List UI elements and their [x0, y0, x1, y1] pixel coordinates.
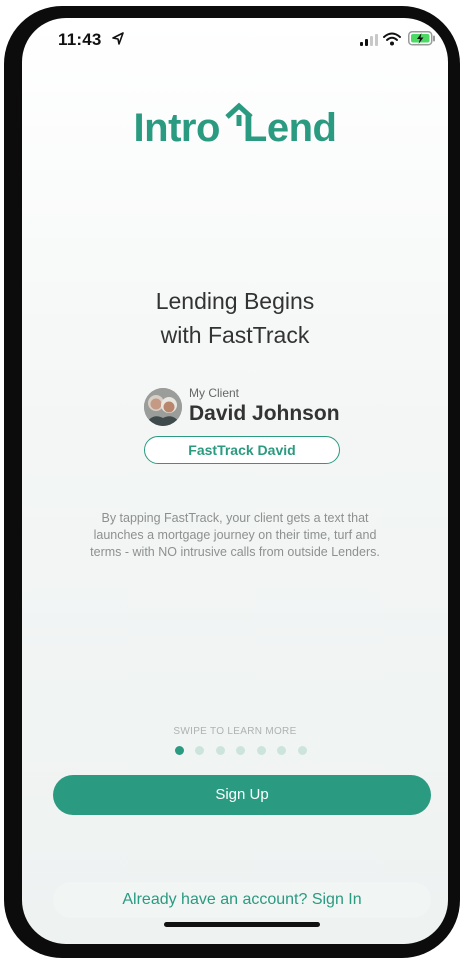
- headline-line-2: with FastTrack: [160, 322, 310, 348]
- logo-text-lend: Lend: [242, 106, 337, 150]
- page-dot-7[interactable]: [298, 746, 307, 755]
- phone-frame: 11:43 Intro Lend Lending Begins with Fas…: [0, 0, 460, 960]
- client-card: My Client David Johnson: [144, 386, 344, 430]
- battery-charging-icon: [408, 31, 436, 51]
- headline-line-1: Lending Begins: [155, 288, 315, 314]
- my-client-label: My Client: [189, 386, 240, 400]
- swipe-hint: SWIPE TO LEARN MORE: [173, 726, 297, 737]
- app-screen: 11:43 Intro Lend Lending Begins with Fas…: [22, 18, 448, 944]
- fasttrack-description: By tapping FastTrack, your client gets a…: [90, 511, 380, 559]
- status-bar: 11:43: [22, 18, 448, 62]
- page-dot-5[interactable]: [257, 746, 266, 755]
- page-dot-2[interactable]: [195, 746, 204, 755]
- introlend-logo: Intro Lend: [22, 102, 448, 151]
- house-roof-icon: [225, 102, 253, 126]
- home-indicator[interactable]: [164, 922, 320, 927]
- headline: Lending Begins with FastTrack: [22, 284, 448, 352]
- page-dot-1[interactable]: [175, 746, 184, 755]
- sign-in-link[interactable]: Already have an account? Sign In: [53, 882, 431, 918]
- status-time: 11:43: [58, 30, 102, 49]
- location-arrow-icon: [112, 32, 124, 50]
- fasttrack-button[interactable]: FastTrack David: [144, 436, 340, 464]
- sign-up-button[interactable]: Sign Up: [53, 775, 431, 815]
- logo-text-intro: Intro: [133, 106, 221, 150]
- page-dot-3[interactable]: [216, 746, 225, 755]
- wifi-icon: [383, 32, 401, 51]
- client-name: David Johnson: [189, 402, 340, 425]
- cellular-signal-icon: [360, 33, 378, 51]
- page-dot-6[interactable]: [277, 746, 286, 755]
- client-avatar: [144, 388, 182, 426]
- page-dot-4[interactable]: [236, 746, 245, 755]
